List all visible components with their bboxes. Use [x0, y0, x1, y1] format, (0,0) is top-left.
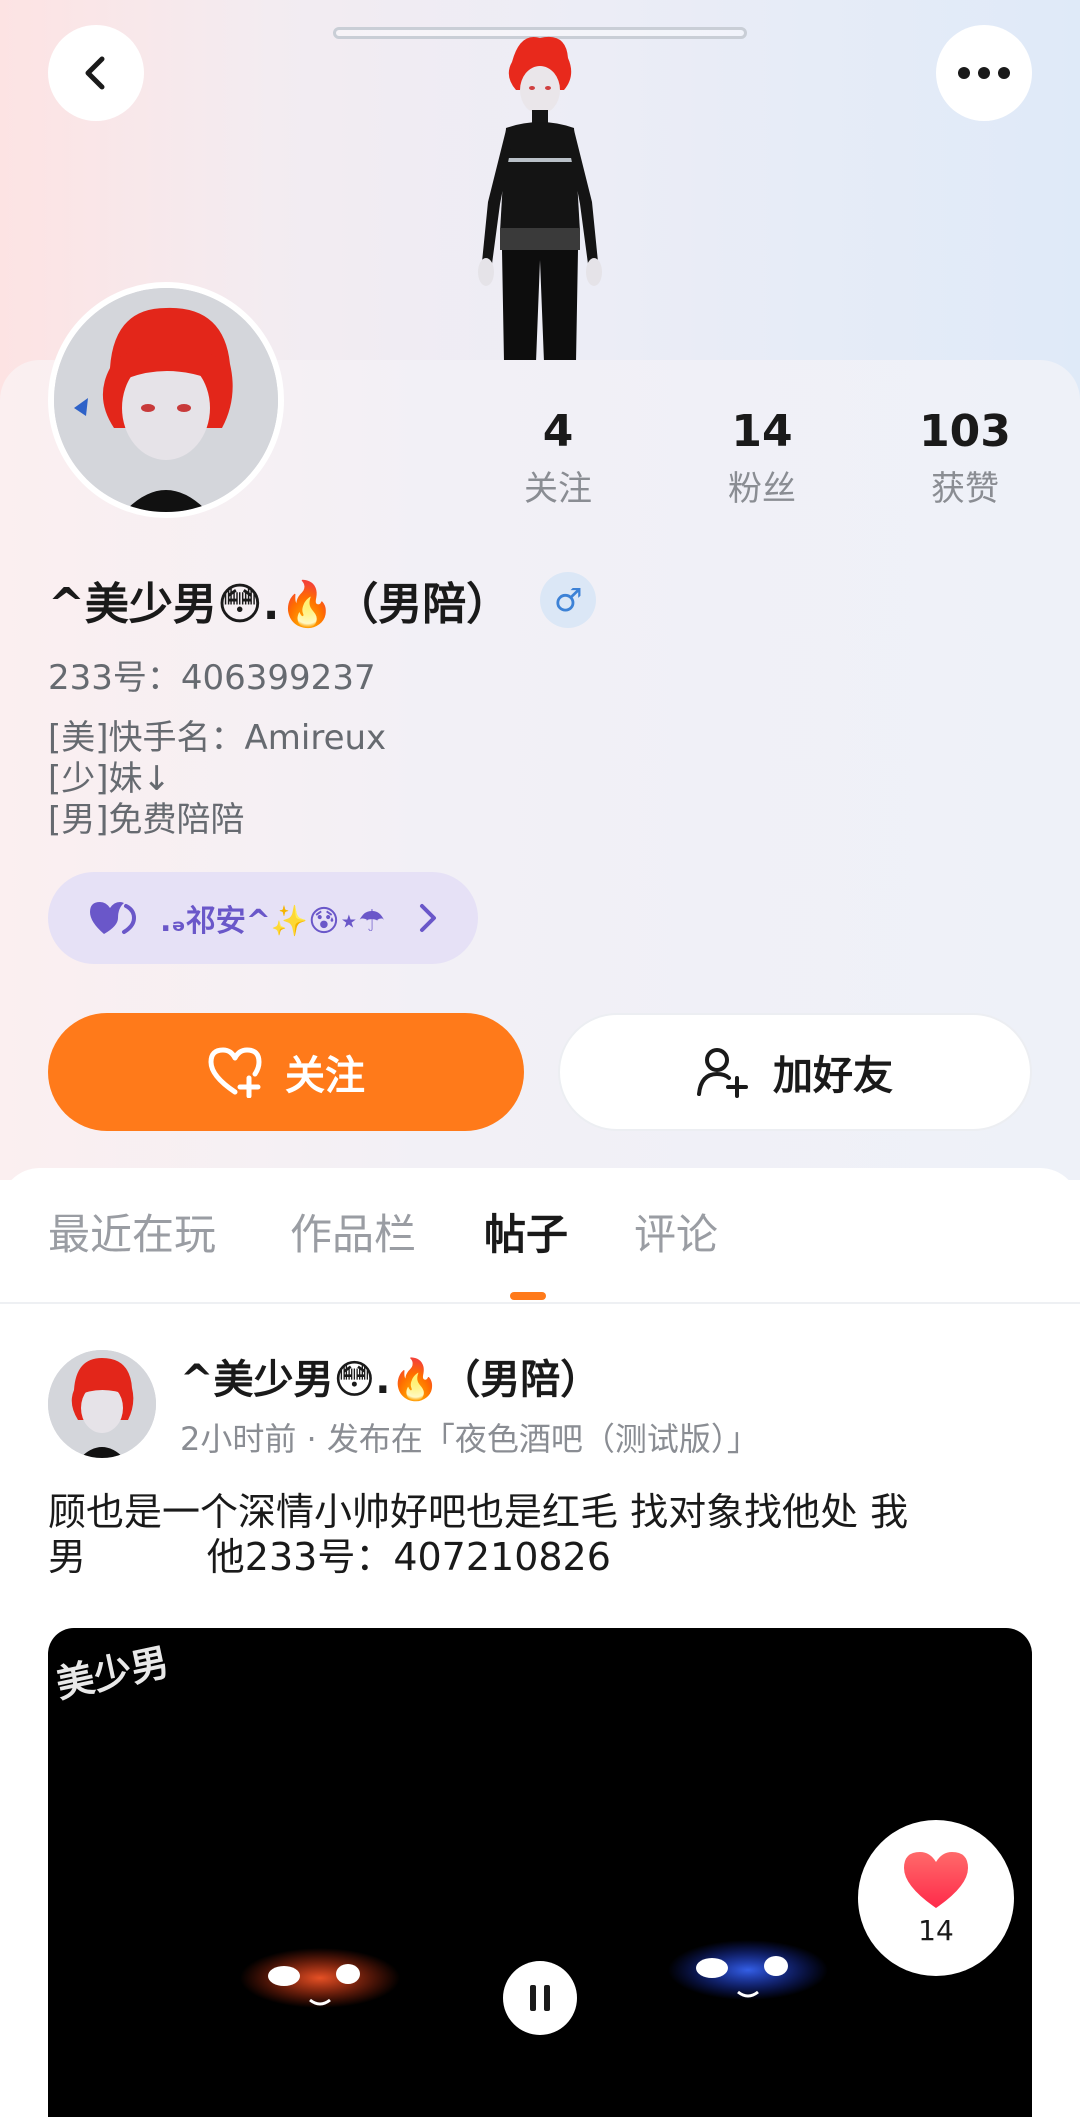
stat-label: 获赞	[931, 469, 999, 509]
divider	[0, 1302, 1080, 1304]
bio-line: [男]免费陪陪	[48, 800, 245, 840]
stat-following[interactable]: 4 关注	[488, 400, 628, 514]
like-button[interactable]: 14	[858, 1820, 1014, 1976]
tab-comments[interactable]: 评论	[634, 1200, 718, 1270]
heart-icon	[904, 1851, 968, 1908]
heart-icon	[90, 902, 136, 934]
follow-button[interactable]: 关注	[48, 1013, 524, 1131]
heart-plus-icon	[208, 1047, 262, 1098]
stat-value: 14	[731, 406, 793, 457]
stat-fans[interactable]: 14 粉丝	[692, 400, 832, 514]
more-dots-icon	[958, 67, 1010, 79]
tab-recently-played[interactable]: 最近在玩	[48, 1200, 216, 1270]
add-friend-button-label: 加好友	[773, 1053, 893, 1099]
more-options-button[interactable]	[936, 25, 1032, 121]
banner-character-image	[440, 32, 640, 362]
bio-line: [少]妹↓	[48, 759, 172, 799]
add-user-icon	[697, 1048, 748, 1098]
post-text-line: 顾也是一个深情小帅好吧也是红毛 找对象找他处 我	[48, 1490, 909, 1534]
post-meta[interactable]: 2小时前 · 发布在「夜色酒吧（测试版）」	[180, 1416, 759, 1462]
stat-likes[interactable]: 103 获赞	[895, 400, 1035, 514]
follow-button-label: 关注	[285, 1053, 365, 1099]
post-text-line: 男 他233号：407210826	[48, 1535, 611, 1579]
pause-button[interactable]	[503, 1961, 577, 2035]
tab-posts[interactable]: 帖子	[484, 1200, 568, 1270]
like-count: 14	[918, 1913, 954, 1947]
post-author-name[interactable]: ^美少男😳.🔥（男陪）	[180, 1350, 600, 1410]
post-author-avatar[interactable]	[48, 1350, 156, 1458]
active-tab-indicator	[510, 1292, 546, 1300]
relationship-tag[interactable]: .ₔ祁安^✨😰⋆☂	[48, 872, 478, 964]
back-button[interactable]	[48, 25, 144, 121]
pause-icon	[530, 1985, 550, 2011]
bio: [美]快手名：Amireux [少]妹↓ [男]免费陪陪	[48, 718, 386, 841]
tab-works[interactable]: 作品栏	[290, 1200, 416, 1270]
profile-name: ^美少男😳.🔥（男陪）	[48, 579, 511, 630]
chevron-left-icon	[85, 56, 105, 90]
bio-line: [美]快手名：Amireux	[48, 718, 387, 758]
stat-value: 4	[542, 406, 574, 457]
stat-value: 103	[919, 406, 1011, 457]
user-id[interactable]: 233号：406399237	[48, 650, 376, 699]
stat-label: 粉丝	[728, 469, 796, 509]
stat-label: 关注	[524, 469, 592, 509]
tag-label: .ₔ祁安^✨😰⋆☂	[160, 904, 386, 939]
male-gender-icon: ♂	[540, 572, 597, 628]
avatar[interactable]	[48, 282, 284, 518]
add-friend-button[interactable]: 加好友	[558, 1013, 1032, 1131]
chevron-right-icon	[420, 904, 436, 932]
name-row: ^美少男😳.🔥（男陪） ♂	[48, 560, 597, 640]
post-body: 顾也是一个深情小帅好吧也是红毛 找对象找他处 我 男 他233号：4072108…	[48, 1490, 1038, 1580]
